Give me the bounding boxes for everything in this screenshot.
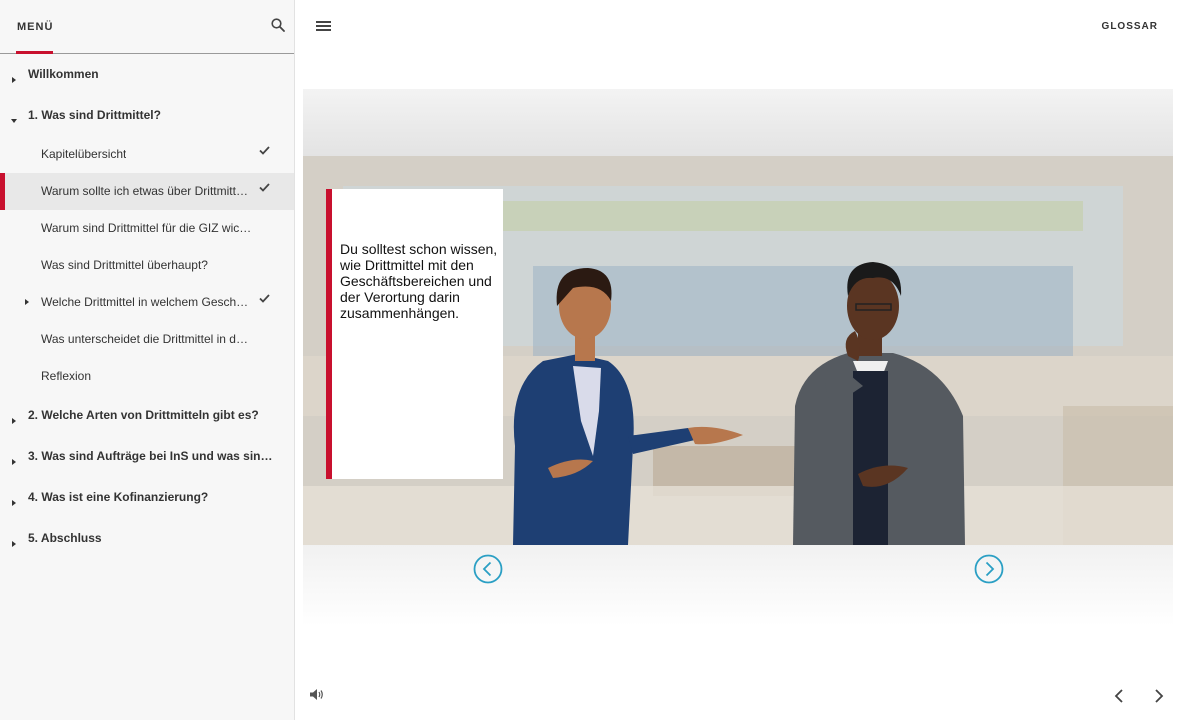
sidebar-item-label: Willkommen — [28, 67, 99, 81]
slide-next-button[interactable] — [974, 554, 1004, 584]
sidebar-item-chapter-4[interactable]: 4. Was ist eine Kofinanzierung? — [0, 477, 294, 518]
sidebar-item-label: Warum sollte ich etwas über Drittmittel … — [41, 184, 253, 198]
sidebar-item-label: Was sind Drittmittel überhaupt? — [41, 258, 208, 272]
sidebar-item-willkommen[interactable]: Willkommen — [0, 54, 294, 95]
sidebar-item-warum-giz[interactable]: Warum sind Drittmittel für die GIZ wicht… — [0, 210, 294, 247]
search-icon[interactable] — [271, 18, 285, 32]
hamburger-icon[interactable] — [316, 21, 331, 32]
sidebar-item-label: Kapitelübersicht — [41, 147, 127, 161]
caret-right-icon — [25, 299, 29, 305]
caret-right-icon — [12, 418, 16, 424]
sidebar-item-welche-drittmittel[interactable]: Welche Drittmittel in welchem Geschäftsb… — [0, 284, 294, 321]
check-icon — [259, 294, 270, 303]
sidebar-list: Willkommen 1. Was sind Drittmittel? Kapi… — [0, 54, 294, 559]
sidebar-item-label: 1. Was sind Drittmittel? — [28, 108, 161, 122]
page-prev-button[interactable] — [1113, 688, 1125, 704]
sidebar-item-chapter-5[interactable]: 5. Abschluss — [0, 518, 294, 559]
tab-menu[interactable]: MENÜ — [17, 21, 53, 33]
sidebar-item-warum-sollte-ich[interactable]: Warum sollte ich etwas über Drittmittel … — [0, 173, 294, 210]
caret-down-icon — [11, 119, 17, 123]
slide-prev-button[interactable] — [473, 554, 503, 584]
sidebar-item-was-unterscheidet[interactable]: Was unterscheidet die Drittmittel in den… — [0, 321, 294, 358]
sidebar-item-label: Was unterscheidet die Drittmittel in den… — [41, 332, 253, 346]
sidebar-item-label: 4. Was ist eine Kofinanzierung? — [28, 490, 209, 504]
slide-top-band — [303, 89, 1173, 156]
callout-text: Du solltest schon wissen, wie Drittmitte… — [340, 241, 498, 321]
sidebar-item-label: Warum sind Drittmittel für die GIZ wicht… — [41, 221, 253, 235]
sidebar-item-chapter-2[interactable]: 2. Welche Arten von Drittmitteln gibt es… — [0, 395, 294, 436]
caret-right-icon — [12, 541, 16, 547]
speaker-icon[interactable] — [309, 688, 324, 701]
caret-right-icon — [12, 500, 16, 506]
caret-right-icon — [12, 77, 16, 83]
sidebar-item-was-sind-drittmittel[interactable]: Was sind Drittmittel überhaupt? — [0, 247, 294, 284]
sidebar-header: MENÜ — [0, 0, 294, 54]
speech-callout: Du solltest schon wissen, wie Drittmitte… — [326, 189, 503, 479]
check-icon — [259, 146, 270, 155]
sidebar-item-chapter-1[interactable]: 1. Was sind Drittmittel? — [0, 95, 294, 136]
slide-bottom-band — [303, 545, 1173, 626]
sidebar-item-reflexion[interactable]: Reflexion — [0, 358, 294, 395]
sidebar-item-label: 5. Abschluss — [28, 531, 102, 545]
sidebar-menu: MENÜ Willkommen 1. Was sind Drittmittel?… — [0, 0, 295, 720]
sidebar-item-label: 3. Was sind Aufträge bei InS und was sin… — [28, 449, 273, 463]
slide-stage: Du solltest schon wissen, wie Drittmitte… — [303, 89, 1173, 626]
sidebar-item-chapter-3[interactable]: 3. Was sind Aufträge bei InS und was sin… — [0, 436, 294, 477]
check-icon — [259, 183, 270, 192]
glossary-button[interactable]: GLOSSAR — [1102, 21, 1158, 32]
sidebar-item-kapiteluebersicht[interactable]: Kapitelübersicht — [0, 136, 294, 173]
sidebar-item-label: Reflexion — [41, 369, 92, 383]
sidebar-item-label: 2. Welche Arten von Drittmitteln gibt es… — [28, 408, 259, 422]
sidebar-item-label: Welche Drittmittel in welchem Geschäftsb… — [41, 295, 253, 309]
page-next-button[interactable] — [1153, 688, 1165, 704]
caret-right-icon — [12, 459, 16, 465]
